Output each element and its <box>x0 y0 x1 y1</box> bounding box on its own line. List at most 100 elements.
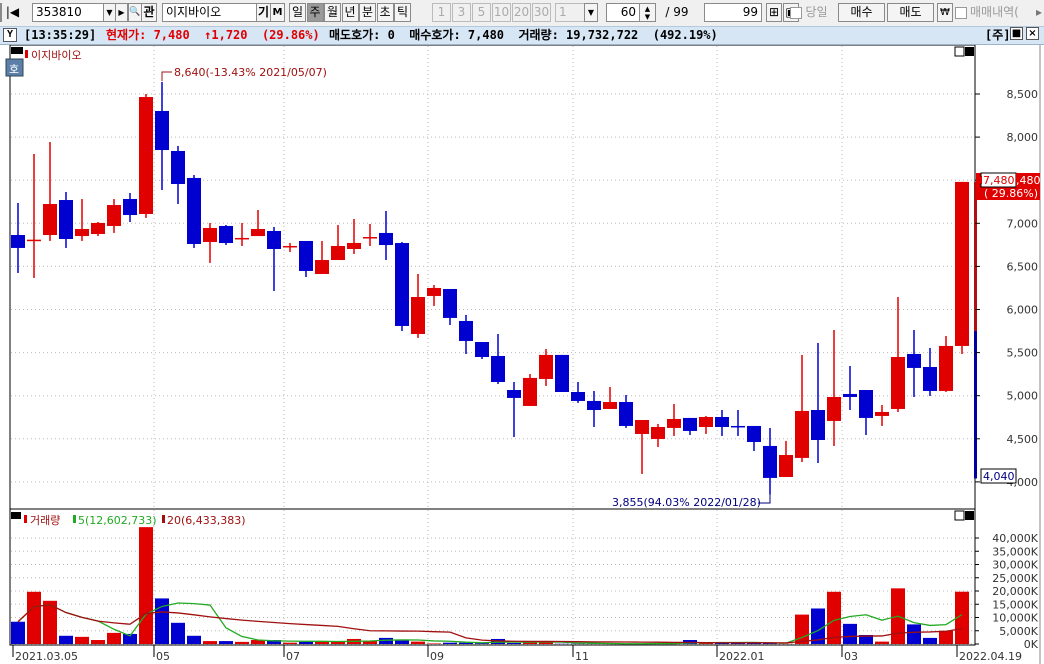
stock-code-input[interactable]: 353810 <box>32 3 104 22</box>
volume-bar[interactable] <box>59 635 73 644</box>
candle-body[interactable] <box>379 232 393 246</box>
volume-bar[interactable] <box>443 642 457 644</box>
candle-body[interactable] <box>491 355 505 382</box>
volume-bar[interactable] <box>107 632 121 644</box>
candle-body[interactable] <box>251 228 265 237</box>
volume-bar[interactable] <box>939 630 953 644</box>
candle-body[interactable] <box>139 97 153 214</box>
candle-body[interactable] <box>203 227 217 243</box>
volume-bar[interactable] <box>827 591 841 644</box>
volume-bar[interactable] <box>75 636 89 644</box>
candle-body[interactable] <box>459 320 473 341</box>
sell-button[interactable]: 매도 <box>887 3 934 22</box>
candle-body[interactable] <box>875 411 889 416</box>
gi-button[interactable]: 기 <box>256 3 271 22</box>
volume-bar[interactable] <box>875 641 889 644</box>
trade-history-checkbox[interactable]: 매매내역( <box>955 3 1035 22</box>
candle-body[interactable] <box>795 410 809 458</box>
volume-bar[interactable] <box>843 623 857 644</box>
m-button[interactable]: M <box>270 3 285 22</box>
volume-bar[interactable] <box>171 622 185 644</box>
period-tab-2[interactable]: 월 <box>324 3 341 22</box>
candle-body[interactable] <box>363 237 377 239</box>
candle-body[interactable] <box>283 245 297 248</box>
interval-button-3[interactable]: 3 <box>452 3 471 22</box>
period-tab-4[interactable]: 분 <box>359 3 376 22</box>
interval-dropdown-button[interactable]: ▼ <box>584 3 598 22</box>
more-icon[interactable]: ▸ <box>1034 3 1044 22</box>
candle-body[interactable] <box>91 222 105 234</box>
volume-bar[interactable] <box>235 641 249 644</box>
volume-bar[interactable] <box>507 642 521 644</box>
candle-body[interactable] <box>235 237 249 240</box>
volume-bar[interactable] <box>219 641 233 644</box>
candle-body[interactable] <box>27 239 41 242</box>
volume-close-icon[interactable] <box>965 511 974 520</box>
won-button[interactable]: ₩ <box>937 3 953 22</box>
period-tab-1[interactable]: 주 <box>306 3 324 22</box>
candle-body[interactable] <box>347 242 361 249</box>
volume-bar[interactable] <box>907 624 921 644</box>
candle-body[interactable] <box>443 288 457 318</box>
candle-body[interactable] <box>923 366 937 391</box>
volume-bar[interactable] <box>203 641 217 644</box>
count2-input[interactable]: 99 <box>704 3 762 22</box>
maximize-icon[interactable]: ■ <box>1010 27 1023 40</box>
candle-body[interactable] <box>859 390 873 418</box>
volume-bar[interactable] <box>283 642 297 644</box>
candle-body[interactable] <box>955 181 969 346</box>
count-input[interactable]: 60 <box>606 3 640 22</box>
candle-body[interactable] <box>331 245 345 261</box>
candle-body[interactable] <box>891 356 905 409</box>
period-tab-3[interactable]: 년 <box>341 3 359 22</box>
candle-body[interactable] <box>939 345 953 391</box>
candle-body[interactable] <box>427 287 441 296</box>
candle-body[interactable] <box>395 243 409 326</box>
candle-body[interactable] <box>171 150 185 184</box>
volume-bar[interactable] <box>427 643 441 644</box>
candle-body[interactable] <box>699 416 713 427</box>
candle-body[interactable] <box>43 203 57 236</box>
candle-body[interactable] <box>539 354 553 379</box>
candle-body[interactable] <box>811 410 825 441</box>
stock-chart[interactable]: 8,5008,0007,5007,0006,5006,0005,5005,000… <box>0 45 1044 664</box>
volume-bar[interactable] <box>139 527 153 644</box>
candle-body[interactable] <box>731 425 745 428</box>
volume-bar[interactable] <box>11 621 25 644</box>
volume-maximize-icon[interactable] <box>954 510 965 521</box>
candle-body[interactable] <box>123 198 137 216</box>
search-icon[interactable]: 🔍 <box>128 3 142 22</box>
volume-bar[interactable] <box>187 635 201 644</box>
interval-button-5[interactable]: 5 <box>472 3 491 22</box>
candle-body[interactable] <box>59 200 73 239</box>
candle-body[interactable] <box>907 353 921 368</box>
candle-body[interactable] <box>219 225 233 244</box>
candle-body[interactable] <box>75 228 89 237</box>
first-page-button[interactable]: |◀ <box>3 3 22 22</box>
candle-body[interactable] <box>683 417 697 431</box>
interval-button-20[interactable]: 20 <box>512 3 531 22</box>
volume-bar[interactable] <box>27 591 41 644</box>
candle-body[interactable] <box>267 230 281 249</box>
candle-body[interactable] <box>475 341 489 357</box>
close-icon[interactable]: × <box>1026 27 1039 40</box>
candle-body[interactable] <box>411 297 425 334</box>
period-tab-6[interactable]: 틱 <box>394 3 411 22</box>
volume-bar[interactable] <box>315 641 329 644</box>
settings-wrench-icon[interactable]: Y <box>3 28 17 42</box>
candle-body[interactable] <box>587 400 601 411</box>
panel-close-icon[interactable] <box>965 47 974 56</box>
candle-body[interactable] <box>571 391 585 401</box>
candle-body[interactable] <box>555 354 569 392</box>
add-window-icon[interactable]: ⊞ <box>766 3 782 22</box>
volume-bar[interactable] <box>411 641 425 644</box>
candle-body[interactable] <box>843 393 857 397</box>
candle-body[interactable] <box>11 235 25 248</box>
interval-button-1[interactable]: 1 <box>432 3 451 22</box>
candle-body[interactable] <box>619 401 633 426</box>
count-spinner[interactable]: ▲ ▼ <box>639 3 656 22</box>
candle-body[interactable] <box>651 426 665 439</box>
interval-button-30[interactable]: 30 <box>532 3 551 22</box>
volume-bar[interactable] <box>299 641 313 644</box>
candle-body[interactable] <box>523 377 537 406</box>
